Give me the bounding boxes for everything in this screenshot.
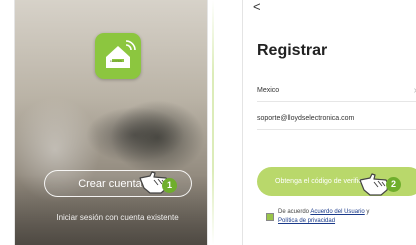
divider-accent <box>212 0 214 245</box>
app-logo-text: LLOYDS <box>110 59 122 63</box>
country-selector[interactable]: Mexico › <box>257 84 416 98</box>
page-title: Registrar <box>257 42 328 59</box>
agreement-text: De acuerdo Acuerdo del Usuario y Polític… <box>278 208 416 226</box>
step-1-badge: 1 <box>162 178 177 193</box>
checkbox-icon[interactable] <box>266 213 274 221</box>
user-agreement-link[interactable]: Acuerdo del Usuario <box>310 209 364 215</box>
existing-account-login-link[interactable]: Iniciar sesión con cuenta existente <box>55 212 180 223</box>
email-field[interactable]: soporte@lloydselectronica.com <box>257 112 416 126</box>
welcome-screen: LLOYDS Crear cuenta Iniciar sesión con c… <box>14 0 208 245</box>
divider <box>257 129 416 130</box>
country-value: Mexico <box>257 87 280 94</box>
divider <box>257 101 416 102</box>
app-logo-icon: LLOYDS <box>95 33 141 79</box>
register-screen: < Registrar Mexico › soporte@lloydselect… <box>242 0 416 245</box>
house-wifi-icon <box>106 40 136 68</box>
create-account-label: Crear cuenta <box>78 178 142 190</box>
step-2-badge: 2 <box>386 177 401 192</box>
agreement-joiner: y <box>366 209 370 215</box>
privacy-policy-link[interactable]: Política de privacidad <box>278 218 335 224</box>
back-arrow-icon[interactable]: < <box>253 0 261 14</box>
agreement-prefix: De acuerdo <box>278 209 310 215</box>
